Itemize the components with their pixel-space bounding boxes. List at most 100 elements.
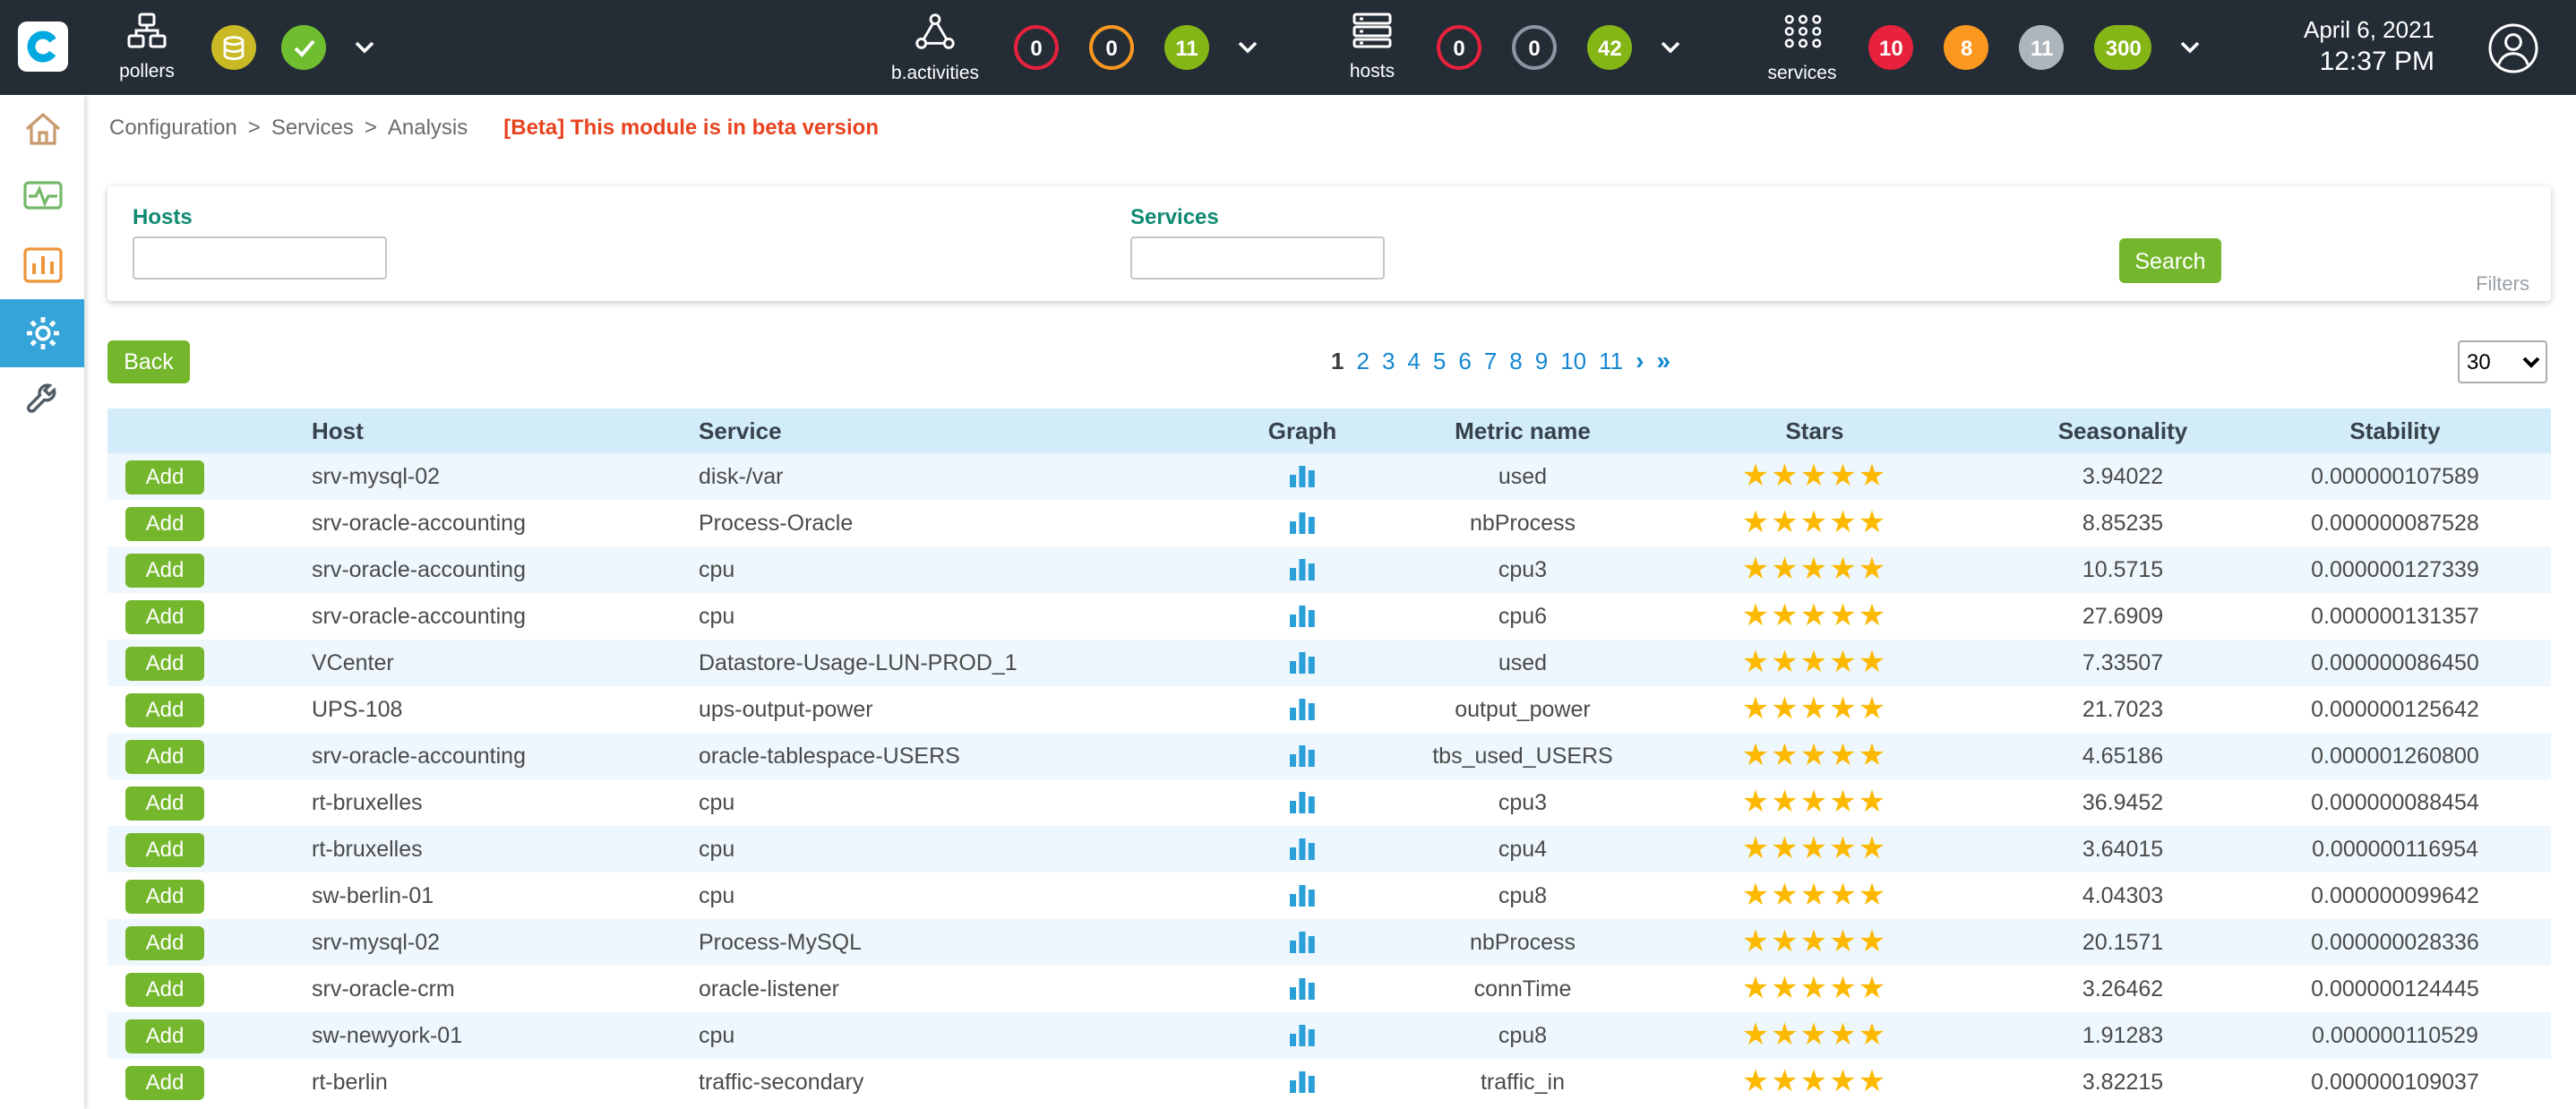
services-status-group[interactable]: services 10811300 [1761,0,2201,95]
add-button[interactable]: Add [125,506,204,540]
add-button[interactable]: Add [125,1065,204,1099]
add-button[interactable]: Add [125,786,204,820]
user-avatar[interactable] [2486,21,2540,74]
stars-rating[interactable]: ★★★★★ [1742,881,1887,911]
status-counter-badge[interactable]: 10 [1868,25,1914,70]
poller-engine-status[interactable] [281,25,326,70]
graph-icon[interactable] [1290,885,1315,907]
sidebar-item-configuration[interactable] [0,299,84,367]
pagination-page-11[interactable]: 11 [1599,347,1623,374]
stars-rating[interactable]: ★★★★★ [1742,1067,1887,1097]
monitoring-pulse-icon [22,180,62,214]
graph-icon[interactable] [1290,606,1315,627]
business-activities-chevron-down-icon[interactable] [1238,41,1258,54]
breadcrumb-analysis[interactable]: Analysis [388,115,468,140]
services-filter-input[interactable] [1130,236,1385,279]
add-button[interactable]: Add [125,692,204,726]
breadcrumb-configuration[interactable]: Configuration [109,115,237,140]
add-button[interactable]: Add [125,832,204,866]
check-icon [293,39,314,56]
pollers-chevron-down-icon[interactable] [355,41,374,54]
pagination-page-5[interactable]: 5 [1433,347,1446,374]
pollers-status-group[interactable]: pollers [107,0,374,95]
sidebar-item-home[interactable] [0,95,84,163]
status-counter-badge[interactable]: 0 [1089,25,1134,70]
graph-icon[interactable] [1290,838,1315,860]
page-size-select[interactable]: 30 [2458,340,2547,383]
stars-rating[interactable]: ★★★★★ [1742,787,1887,818]
stars-rating[interactable]: ★★★★★ [1742,834,1887,864]
graph-icon[interactable] [1290,512,1315,534]
graph-icon[interactable] [1290,932,1315,953]
graph-icon[interactable] [1290,466,1315,487]
graph-icon[interactable] [1290,699,1315,720]
add-button[interactable]: Add [125,553,204,587]
cell-metric: cpu8 [1422,1023,1623,1048]
add-button[interactable]: Add [125,646,204,680]
hosts-chevron-down-icon[interactable] [1662,41,1681,54]
add-button[interactable]: Add [125,1019,204,1053]
search-button[interactable]: Search [2119,238,2221,283]
poller-database-status[interactable] [211,25,256,70]
pagination-page-7[interactable]: 7 [1484,347,1497,374]
cell-metric: cpu3 [1422,790,1623,815]
cell-service: oracle-tablespace-USERS [699,744,1182,769]
graph-icon[interactable] [1290,792,1315,813]
status-counter-badge[interactable]: 300 [2095,25,2152,70]
stars-rating[interactable]: ★★★★★ [1742,694,1887,725]
pagination-page-10[interactable]: 10 [1560,347,1586,374]
sidebar-item-administration[interactable] [0,367,84,435]
graph-icon[interactable] [1290,1025,1315,1046]
graph-icon[interactable] [1290,652,1315,674]
current-time: 12:37 PM [2304,45,2434,82]
pagination: 123456789 10 11 › » [1331,346,1670,374]
hosts-status-group[interactable]: hosts 0042 [1333,0,1681,95]
sidebar-item-monitoring[interactable] [0,163,84,231]
business-activities-group[interactable]: b.activities 0011 [881,0,1258,95]
stars-rating[interactable]: ★★★★★ [1742,601,1887,632]
status-counter-badge[interactable]: 8 [1945,25,1989,70]
cell-host: srv-oracle-accounting [312,557,699,582]
add-button[interactable]: Add [125,925,204,959]
filters-link[interactable]: Filters [2476,274,2529,296]
stars-rating[interactable]: ★★★★★ [1742,461,1887,492]
pagination-page-6[interactable]: 6 [1458,347,1471,374]
add-button[interactable]: Add [125,599,204,633]
stars-rating[interactable]: ★★★★★ [1742,927,1887,958]
status-counter-badge[interactable]: 0 [1014,25,1059,70]
graph-icon[interactable] [1290,978,1315,1000]
services-chevron-down-icon[interactable] [2181,41,2201,54]
pagination-page-3[interactable]: 3 [1382,347,1395,374]
sidebar-item-reporting[interactable] [0,231,84,299]
pagination-last[interactable]: » [1657,346,1671,374]
stars-rating[interactable]: ★★★★★ [1742,741,1887,771]
add-button[interactable]: Add [125,739,204,773]
pagination-page-2[interactable]: 2 [1356,347,1369,374]
pagination-next[interactable]: › [1636,346,1644,374]
stars-rating[interactable]: ★★★★★ [1742,508,1887,538]
add-button[interactable]: Add [125,460,204,494]
status-counter-badge[interactable]: 42 [1587,25,1633,70]
status-counter-badge[interactable]: 11 [1164,25,1209,70]
pagination-page-4[interactable]: 4 [1407,347,1420,374]
hosts-filter-input[interactable] [133,236,387,279]
graph-icon[interactable] [1290,1071,1315,1093]
stars-rating[interactable]: ★★★★★ [1742,974,1887,1004]
stars-rating[interactable]: ★★★★★ [1742,554,1887,585]
status-counter-badge[interactable]: 0 [1437,25,1481,70]
breadcrumb-services[interactable]: Services [271,115,354,140]
stars-rating[interactable]: ★★★★★ [1742,1020,1887,1051]
centreon-logo[interactable] [18,21,68,72]
pagination-page-8[interactable]: 8 [1509,347,1522,374]
add-button[interactable]: Add [125,972,204,1006]
cell-seasonality: 3.64015 [2006,837,2239,862]
graph-icon[interactable] [1290,745,1315,767]
add-button[interactable]: Add [125,879,204,913]
status-counter-badge[interactable]: 0 [1512,25,1557,70]
stars-rating[interactable]: ★★★★★ [1742,648,1887,678]
pagination-page-9[interactable]: 9 [1535,347,1548,374]
pagination-page-1[interactable]: 1 [1331,347,1344,374]
back-button[interactable]: Back [107,340,190,383]
graph-icon[interactable] [1290,559,1315,580]
status-counter-badge[interactable]: 11 [2020,25,2065,70]
